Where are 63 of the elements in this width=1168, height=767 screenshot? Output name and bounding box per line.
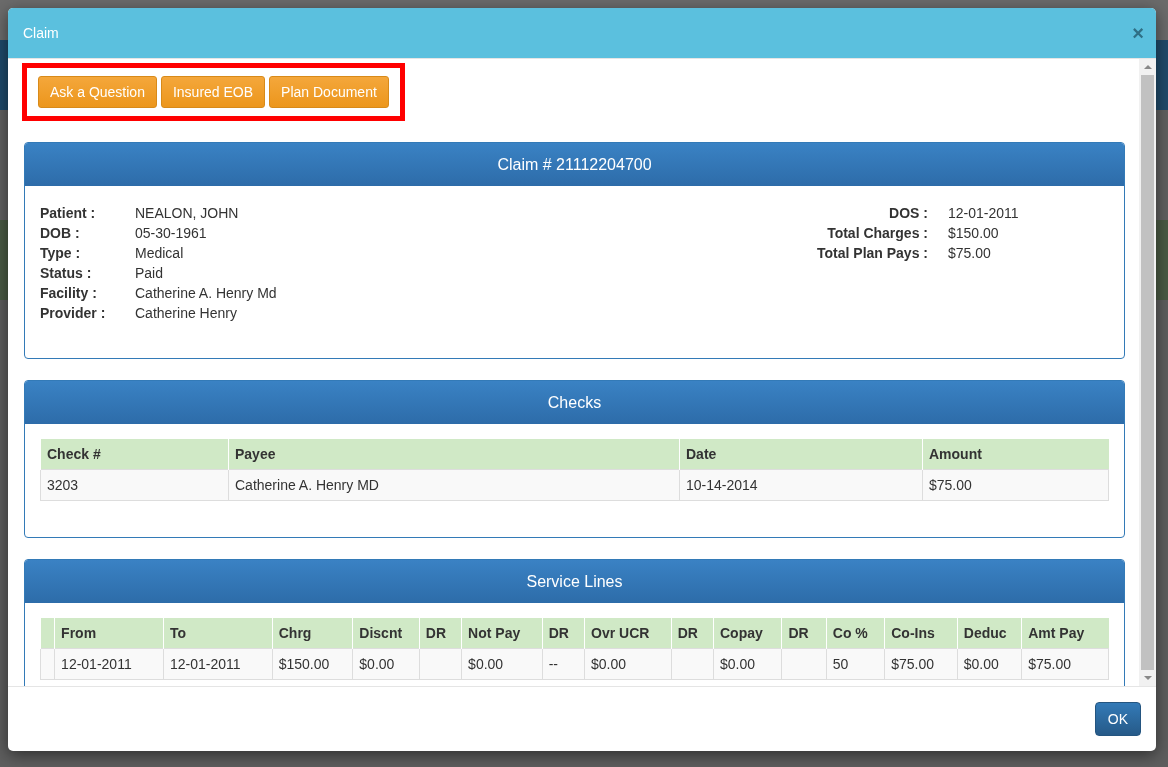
- field-value: 12-01-2011: [948, 204, 1019, 223]
- panel-heading: Service Lines: [25, 560, 1124, 603]
- column-header: Discnt: [352, 618, 420, 649]
- action-button[interactable]: Plan Document: [269, 76, 389, 108]
- column-header: DR: [542, 618, 585, 649]
- field-label: Patient :: [40, 204, 97, 223]
- table-cell: 10-14-2014: [679, 469, 923, 501]
- table-cell: 12-01-2011: [163, 648, 273, 680]
- field-value: Catherine Henry: [135, 304, 237, 323]
- table-cell: $0.00: [584, 648, 672, 680]
- field-value: Medical: [135, 244, 184, 263]
- table-cell: $0.00: [957, 648, 1022, 680]
- field-label: Total Charges :: [826, 224, 929, 243]
- table-cell: 3203: [40, 469, 229, 501]
- table-cell: $75.00: [922, 469, 1109, 501]
- table-cell: Catherine A. Henry MD: [228, 469, 680, 501]
- field-value: Paid: [135, 264, 164, 283]
- table-cell: 50: [826, 648, 885, 680]
- field-label: Total Plan Pays :: [816, 244, 929, 263]
- column-header: Not Pay: [461, 618, 543, 649]
- panel-heading: Checks: [25, 381, 1124, 424]
- field-value: $75.00: [948, 244, 991, 263]
- field-label: Status :: [40, 264, 93, 283]
- column-header: DR: [671, 618, 714, 649]
- column-header: DR: [781, 618, 827, 649]
- table-cell: $75.00: [1021, 648, 1109, 680]
- panel-heading: Claim # 21112204700: [25, 143, 1124, 186]
- column-header: Date: [679, 439, 923, 470]
- column-header: DR: [419, 618, 462, 649]
- column-header: Check #: [40, 439, 229, 470]
- column-header: Payee: [228, 439, 680, 470]
- close-button[interactable]: ×: [1132, 21, 1144, 45]
- column-header: Co %: [826, 618, 885, 649]
- field-value: $150.00: [948, 224, 999, 243]
- field-label: DOS :: [888, 204, 929, 223]
- field-value: Catherine A. Henry Md: [135, 284, 277, 303]
- column-header: Deduc: [957, 618, 1022, 649]
- table-cell: $0.00: [352, 648, 420, 680]
- table-cell: $75.00: [884, 648, 958, 680]
- field-value: 05-30-1961: [135, 224, 207, 243]
- scrollbar[interactable]: [1139, 59, 1156, 686]
- dialog-title: Claim: [23, 25, 59, 41]
- column-header: Amount: [922, 439, 1109, 470]
- action-button[interactable]: Insured EOB: [160, 76, 266, 108]
- column-header: Amt Pay: [1021, 618, 1109, 649]
- action-button[interactable]: Ask a Question: [38, 76, 157, 108]
- field-label: Facility :: [40, 284, 98, 303]
- table-cell: --: [542, 648, 585, 680]
- field-label: Type :: [40, 244, 82, 263]
- column-header: Chrg: [272, 618, 353, 649]
- table-cell: $0.00: [713, 648, 782, 680]
- table-cell: $0.00: [461, 648, 543, 680]
- table-cell: 12-01-2011: [54, 648, 164, 680]
- column-header: Copay: [713, 618, 782, 649]
- field-value: NEALON, JOHN: [135, 204, 239, 223]
- field-label: DOB :: [40, 224, 81, 243]
- table-cell: $150.00: [272, 648, 353, 680]
- ok-button[interactable]: OK: [1094, 702, 1141, 736]
- column-header: Co-Ins: [884, 618, 958, 649]
- column-header: Ovr UCR: [584, 618, 672, 649]
- field-label: Provider :: [40, 304, 107, 323]
- column-header: To: [163, 618, 273, 649]
- column-header: From: [54, 618, 164, 649]
